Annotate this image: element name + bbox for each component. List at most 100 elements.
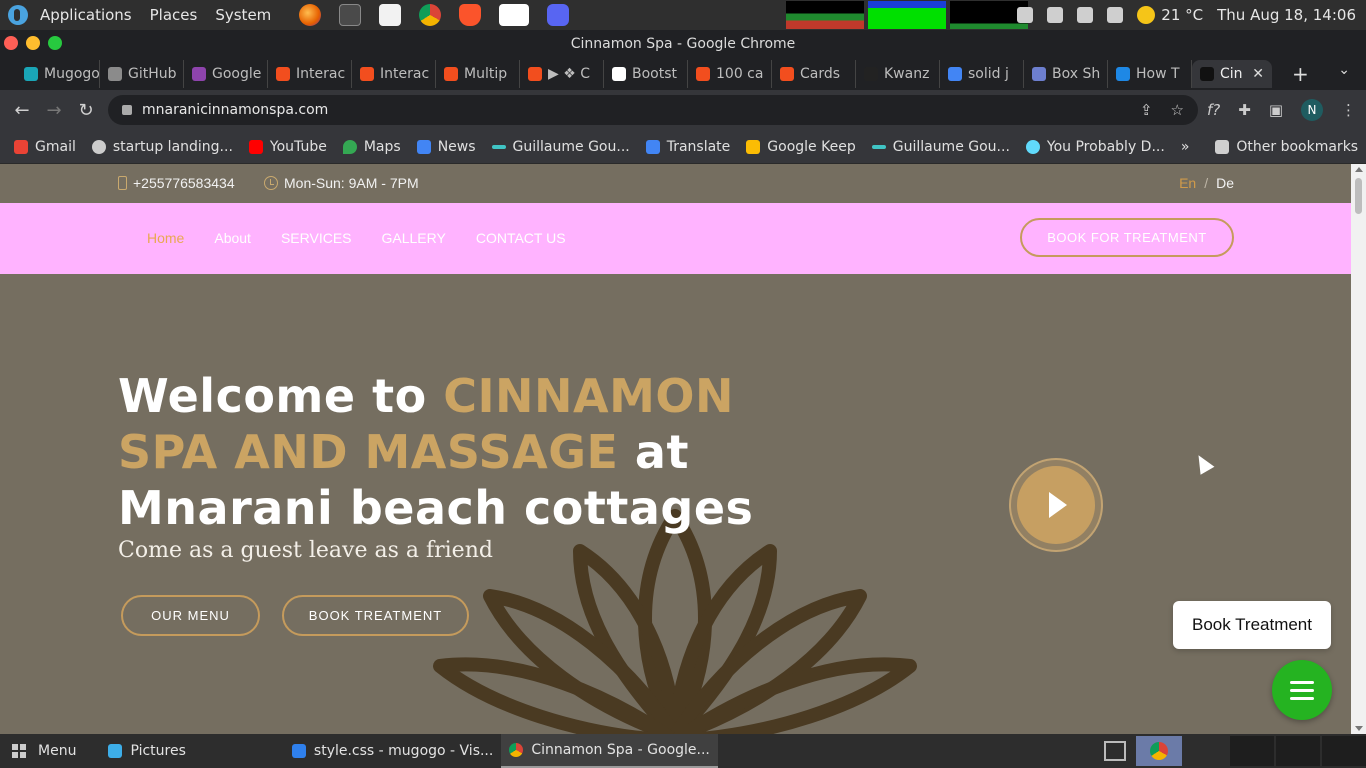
nav-about[interactable]: About (214, 230, 251, 246)
taskbar-menu[interactable]: Menu (38, 743, 76, 759)
play-video-button[interactable] (1017, 466, 1095, 544)
tab-8[interactable]: 100 ca (688, 60, 772, 88)
text-editor-icon[interactable] (379, 4, 402, 26)
bookmark-7[interactable]: Google Keep (746, 139, 856, 155)
hero-title-part: Welcome to (118, 369, 444, 423)
workspace-1[interactable] (1136, 736, 1182, 766)
workspace-switcher-icon[interactable] (1104, 741, 1126, 761)
book-for-treatment-button[interactable]: BOOK FOR TREATMENT (1020, 218, 1234, 257)
wifi-icon[interactable] (1077, 7, 1094, 23)
extension-fx-icon[interactable]: f? (1207, 101, 1220, 119)
terminal-icon[interactable] (339, 4, 362, 26)
other-bookmarks[interactable]: Other bookmarks (1215, 139, 1358, 155)
reload-icon[interactable]: ↻ (70, 100, 102, 121)
new-tab-icon[interactable]: + (1292, 62, 1309, 86)
tab-12[interactable]: Box Sh (1024, 60, 1108, 88)
postman-icon[interactable] (499, 4, 530, 26)
lang-de[interactable]: De (1216, 175, 1234, 191)
extensions-puzzle-icon[interactable]: ✚ (1238, 101, 1251, 119)
close-tab-icon[interactable]: ✕ (1252, 66, 1264, 82)
tab-search-chevron-icon[interactable]: ⌄ (1338, 62, 1350, 78)
our-menu-button[interactable]: OUR MENU (121, 595, 260, 636)
scrollbar-thumb[interactable] (1355, 178, 1362, 214)
discord-icon[interactable] (547, 4, 570, 26)
kebab-menu-icon[interactable]: ⋮ (1341, 101, 1356, 119)
nav-home[interactable]: Home (147, 230, 184, 246)
bookmark-5[interactable]: Guillaume Gou... (491, 139, 630, 155)
lang-en[interactable]: En (1179, 175, 1196, 191)
workspace-4[interactable] (1322, 736, 1366, 766)
bookmark-8[interactable]: Guillaume Gou... (871, 139, 1010, 155)
tab-favicon-icon (780, 67, 794, 81)
tab-1[interactable]: GitHub (100, 60, 184, 88)
menu-places[interactable]: Places (144, 6, 204, 24)
lang-separator: / (1204, 175, 1209, 191)
profile-avatar[interactable]: N (1301, 99, 1323, 121)
nav-services[interactable]: SERVICES (281, 230, 352, 246)
clipboard-icon[interactable] (1107, 7, 1124, 23)
scroll-down-icon[interactable] (1355, 726, 1363, 731)
brave-icon[interactable] (459, 4, 482, 26)
bookmark-4[interactable]: News (416, 139, 476, 155)
tab-9[interactable]: Cards (772, 60, 856, 88)
bookmark-0[interactable]: Gmail (14, 139, 76, 155)
bookmark-1[interactable]: startup landing... (91, 139, 233, 155)
menu-applications[interactable]: Applications (34, 6, 138, 24)
distro-logo-icon[interactable] (8, 5, 28, 25)
tab-label: ▶ ❖ C (548, 66, 590, 82)
tab-0[interactable]: Mugogo (16, 60, 100, 88)
app-grid-icon[interactable] (12, 744, 26, 758)
bluetooth-icon[interactable] (1017, 7, 1034, 23)
bookmarks-overflow-icon[interactable]: » (1181, 139, 1190, 155)
window-titlebar: Cinnamon Spa - Google Chrome (0, 30, 1366, 58)
tab-4[interactable]: Interac (352, 60, 436, 88)
workspace-2[interactable] (1230, 736, 1274, 766)
task-vscode[interactable]: style.css - mugogo - Vis... (284, 734, 501, 768)
tab-favicon-icon (24, 67, 38, 81)
bookmark-6[interactable]: Translate (645, 139, 730, 155)
nav-gallery[interactable]: GALLERY (382, 230, 446, 246)
page-scrollbar[interactable] (1351, 164, 1366, 734)
tab-2[interactable]: Google (184, 60, 268, 88)
chat-widget-button[interactable] (1272, 660, 1332, 720)
share-icon[interactable]: ⇪ (1140, 101, 1153, 119)
clock-icon (264, 176, 278, 190)
floating-book-treatment-button[interactable]: Book Treatment (1173, 601, 1331, 649)
firefox-icon[interactable] (299, 4, 322, 26)
close-window-icon[interactable] (4, 36, 18, 50)
weather-icon[interactable] (1137, 6, 1156, 24)
back-arrow-icon[interactable]: ← (6, 100, 38, 121)
url-text[interactable]: mnaranicinnamonspa.com (142, 102, 328, 118)
minimize-window-icon[interactable] (26, 36, 40, 50)
clock-label[interactable]: Thu Aug 18, 14:06 (1217, 6, 1356, 24)
bookmark-2[interactable]: YouTube (248, 139, 327, 155)
bookmark-9[interactable]: You Probably D... (1025, 139, 1165, 155)
task-chrome[interactable]: Cinnamon Spa - Google... (501, 734, 718, 768)
tab-13[interactable]: How T (1108, 60, 1192, 88)
maximize-window-icon[interactable] (48, 36, 62, 50)
tab-11[interactable]: solid j (940, 60, 1024, 88)
workspace-3[interactable] (1276, 736, 1320, 766)
address-bar[interactable]: mnaranicinnamonspa.com ⇪ ☆ (108, 95, 1198, 125)
tab-3[interactable]: Interac (268, 60, 352, 88)
menu-system[interactable]: System (209, 6, 277, 24)
chrome-icon[interactable] (419, 4, 442, 26)
vscode-icon (291, 744, 306, 758)
bookmark-star-icon[interactable]: ☆ (1171, 101, 1184, 119)
tab-5[interactable]: Multip (436, 60, 520, 88)
task-pictures[interactable]: Pictures (100, 734, 193, 768)
volume-icon[interactable] (1047, 7, 1064, 23)
lock-icon[interactable] (122, 105, 132, 115)
tab-7[interactable]: Bootst (604, 60, 688, 88)
book-treatment-button[interactable]: BOOK TREATMENT (282, 595, 469, 636)
nav-contact[interactable]: CONTACT US (476, 230, 566, 246)
side-panel-icon[interactable]: ▣ (1269, 101, 1283, 119)
bookmark-3[interactable]: Maps (342, 139, 401, 155)
tab-active-cinnamon-spa[interactable]: Cin ✕ (1192, 60, 1272, 88)
hero-tagline: Come as a guest leave as a friend (118, 538, 493, 563)
scroll-up-icon[interactable] (1355, 167, 1363, 172)
tab-10[interactable]: Kwanz (856, 60, 940, 88)
forward-arrow-icon[interactable]: → (38, 100, 70, 121)
contact-phone[interactable]: +255776583434 (118, 175, 235, 191)
tab-6[interactable]: ▶ ❖ C (520, 60, 604, 88)
